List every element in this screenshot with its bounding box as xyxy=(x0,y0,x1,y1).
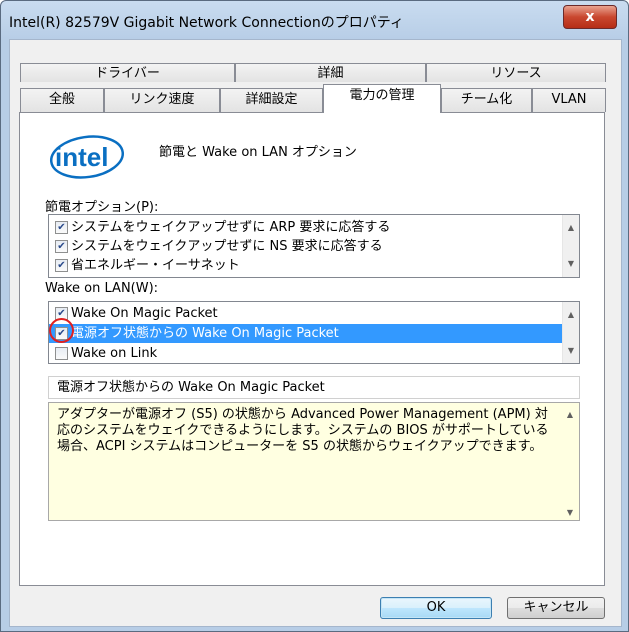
checkbox[interactable]: ✔ xyxy=(55,240,68,253)
close-button[interactable]: x xyxy=(563,5,617,29)
description-title: 電源オフ状態からの Wake On Magic Packet xyxy=(48,376,580,399)
list-item[interactable]: ✔ システムをウェイクアップせずに ARP 要求に応答する xyxy=(49,218,563,237)
tab-power-management[interactable]: 電力の管理 xyxy=(323,84,441,113)
wol-label: Wake on LAN(W): xyxy=(45,281,159,296)
tab-details[interactable]: 詳細 xyxy=(235,63,426,82)
tab-driver[interactable]: ドライバー xyxy=(20,63,235,82)
list-item[interactable]: ✔ Wake On Magic Packet xyxy=(49,304,563,323)
section-heading: 節電と Wake on LAN オプション xyxy=(159,145,357,160)
cancel-button[interactable]: キャンセル xyxy=(507,597,605,619)
tab-general[interactable]: 全般 xyxy=(20,88,104,112)
tab-vlan[interactable]: VLAN xyxy=(532,88,606,112)
ok-button[interactable]: OK xyxy=(380,597,492,619)
svg-text:intel: intel xyxy=(55,142,108,172)
intel-logo: intel xyxy=(49,135,125,179)
checkbox[interactable]: ✔ xyxy=(55,221,68,234)
scroll-down-icon[interactable]: ▼ xyxy=(563,346,579,355)
description-text: アダプターが電源オフ (S5) の状態から Advanced Power Man… xyxy=(57,407,549,454)
scroll-up-icon[interactable]: ▲ xyxy=(562,407,578,423)
window-title: Intel(R) 82579V Gigabit Network Connecti… xyxy=(9,15,404,31)
scroll-up-icon[interactable]: ▲ xyxy=(563,310,579,319)
tab-advanced[interactable]: 詳細設定 xyxy=(220,88,323,112)
scroll-down-icon[interactable]: ▼ xyxy=(563,259,579,268)
title-bar: Intel(R) 82579V Gigabit Network Connecti… xyxy=(1,1,628,33)
tab-resources[interactable]: リソース xyxy=(426,63,606,82)
checkbox[interactable]: ✔ xyxy=(55,259,68,272)
tab-link-speed[interactable]: リンク速度 xyxy=(104,88,220,112)
description-box: アダプターが電源オフ (S5) の状態から Advanced Power Man… xyxy=(48,402,580,521)
scroll-down-icon[interactable]: ▼ xyxy=(562,505,578,521)
scrollbar[interactable]: ▲ ▼ xyxy=(562,403,579,520)
list-item[interactable]: ✔ 省エネルギー・イーサネット xyxy=(49,256,563,275)
power-options-list[interactable]: ✔ システムをウェイクアップせずに ARP 要求に応答する ✔ システムをウェイ… xyxy=(48,214,580,278)
checkbox[interactable] xyxy=(55,347,68,360)
list-item[interactable]: ✔ システムをウェイクアップせずに NS 要求に応答する xyxy=(49,237,563,256)
scroll-up-icon[interactable]: ▲ xyxy=(563,223,579,232)
highlight-circle xyxy=(49,318,74,343)
scrollbar[interactable]: ▲ ▼ xyxy=(562,302,579,363)
power-options-label: 節電オプション(P): xyxy=(45,200,159,215)
scrollbar[interactable]: ▲ ▼ xyxy=(562,215,579,277)
list-item[interactable]: Wake on Link xyxy=(49,344,563,363)
wol-list[interactable]: ✔ Wake On Magic Packet ✔ 電源オフ状態からの Wake … xyxy=(48,301,580,364)
list-item-selected[interactable]: ✔ 電源オフ状態からの Wake On Magic Packet xyxy=(49,324,563,343)
tab-teaming[interactable]: チーム化 xyxy=(441,88,532,112)
